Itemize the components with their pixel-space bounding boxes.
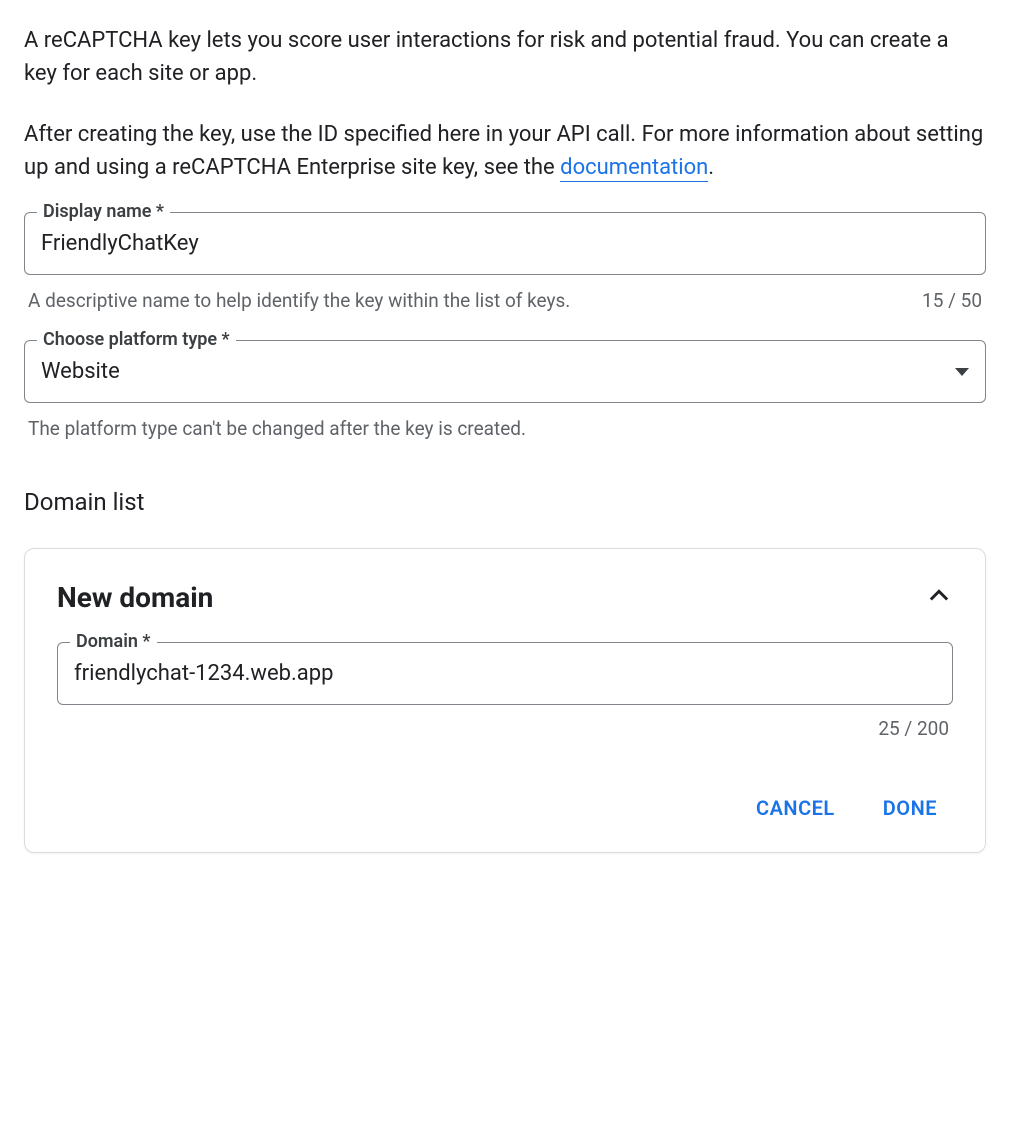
domain-counter: 25 / 200 xyxy=(878,717,949,740)
platform-type-helper: The platform type can't be changed after… xyxy=(28,417,526,440)
intro-text: A reCAPTCHA key lets you score user inte… xyxy=(24,24,986,184)
dropdown-icon xyxy=(955,368,969,376)
platform-type-select[interactable]: Choose platform type * Website xyxy=(24,340,986,403)
display-name-field: Display name * A descriptive name to hel… xyxy=(24,212,986,312)
intro-paragraph-1: A reCAPTCHA key lets you score user inte… xyxy=(24,24,986,90)
cancel-button[interactable]: CANCEL xyxy=(756,796,835,820)
card-header[interactable]: New domain xyxy=(57,581,953,614)
intro-paragraph-2: After creating the key, use the ID speci… xyxy=(24,118,986,184)
card-title: New domain xyxy=(57,581,213,614)
done-button[interactable]: DONE xyxy=(883,796,937,820)
card-actions: CANCEL DONE xyxy=(57,796,953,820)
platform-type-value: Website xyxy=(41,359,120,384)
platform-type-field: Choose platform type * Website The platf… xyxy=(24,340,986,440)
platform-type-label: Choose platform type * xyxy=(37,329,236,350)
domain-input[interactable] xyxy=(74,661,936,686)
documentation-link[interactable]: documentation xyxy=(560,155,708,182)
display-name-counter: 15 / 50 xyxy=(922,289,982,312)
display-name-helper: A descriptive name to help identify the … xyxy=(28,289,570,312)
display-name-label: Display name * xyxy=(37,201,170,222)
domain-field: Domain * 25 / 200 xyxy=(57,642,953,740)
new-domain-card: New domain Domain * 25 / 200 CANCEL DONE xyxy=(24,548,986,853)
display-name-input[interactable] xyxy=(41,231,969,256)
chevron-up-icon xyxy=(925,582,953,614)
domain-list-title: Domain list xyxy=(24,488,986,516)
domain-label: Domain * xyxy=(70,631,157,652)
